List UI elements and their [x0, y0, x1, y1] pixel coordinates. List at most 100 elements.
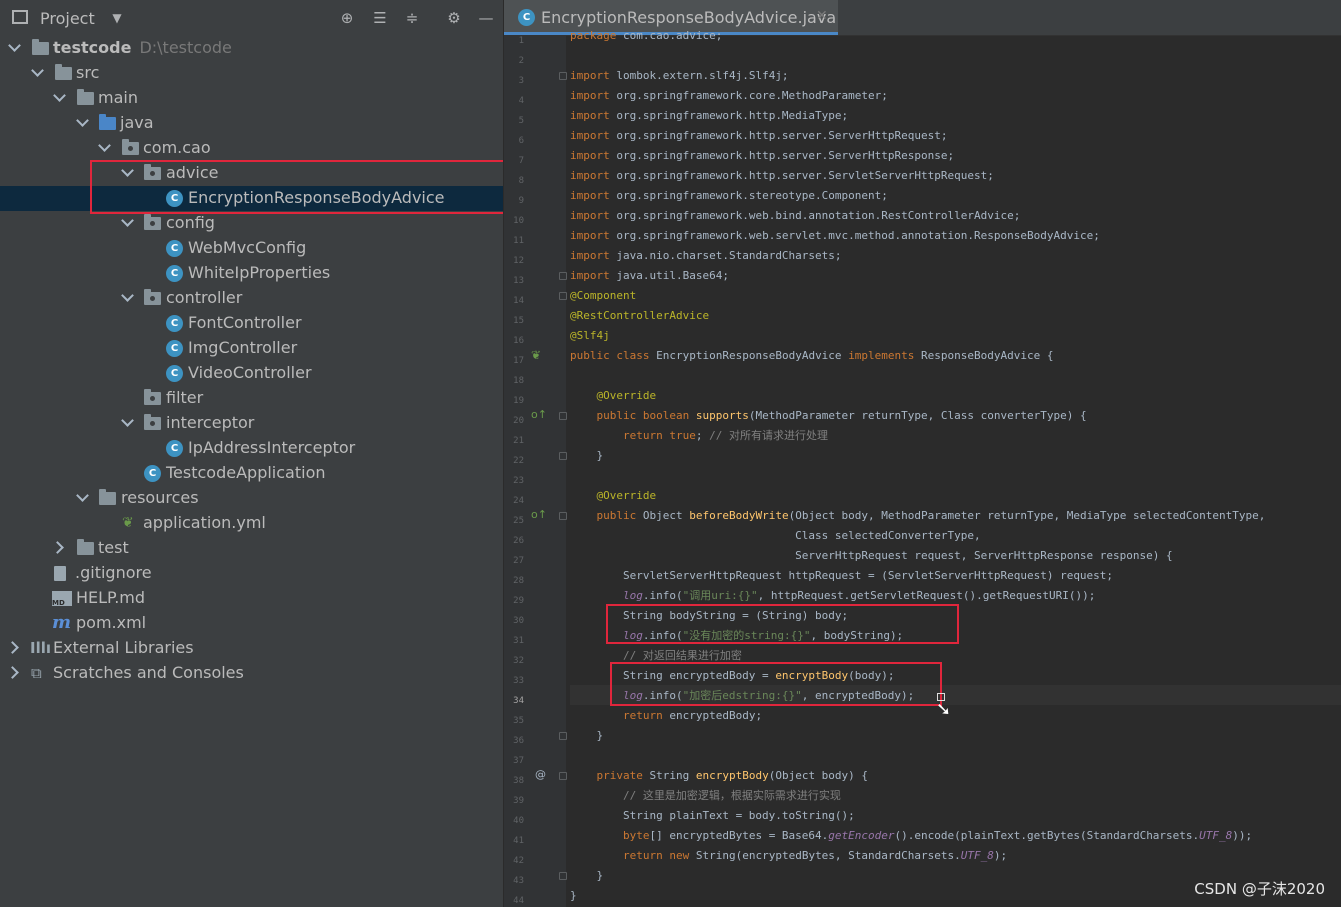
code-line[interactable]: public Object beforeBodyWrite(Object bod… [570, 506, 1266, 526]
locate-icon[interactable]: ⊕ [338, 9, 356, 27]
code-line[interactable]: import org.springframework.http.server.S… [570, 146, 954, 166]
tree-item-fontcontroller[interactable]: C FontController [0, 311, 503, 336]
code-line[interactable]: } [570, 886, 577, 906]
fold-marker-icon[interactable] [559, 412, 567, 420]
fold-marker-icon[interactable] [559, 872, 567, 880]
code-line[interactable]: } [570, 446, 603, 466]
chevron-down-icon[interactable] [8, 40, 22, 54]
chevron-down-icon[interactable] [98, 140, 112, 154]
tree-item-help-md[interactable]: MD HELP.md [0, 586, 503, 611]
chevron-right-icon[interactable] [53, 540, 67, 554]
code-line[interactable]: ServerHttpRequest request, ServerHttpRes… [570, 546, 1173, 566]
code-line[interactable]: @Component [570, 286, 636, 306]
highlight-box [90, 160, 503, 214]
fold-marker-icon[interactable] [559, 452, 567, 460]
tree-item-test[interactable]: test [0, 536, 503, 561]
code-line[interactable]: return encryptedBody; [570, 706, 762, 726]
code-line[interactable] [570, 746, 577, 766]
chevron-down-icon[interactable] [121, 215, 135, 229]
code-line[interactable]: return true; // 对所有请求进行处理 [570, 426, 828, 446]
code-line[interactable]: import lombok.extern.slf4j.Slf4j; [570, 66, 789, 86]
code-line[interactable]: } [570, 866, 603, 886]
tree-item-imgcontroller[interactable]: C ImgController [0, 336, 503, 361]
code-line[interactable]: import org.springframework.stereotype.Co… [570, 186, 888, 206]
tree-item-src[interactable]: src [0, 61, 503, 86]
chevron-right-icon[interactable] [8, 665, 22, 679]
fold-marker-icon[interactable] [559, 512, 567, 520]
tree-item-filter[interactable]: filter [0, 386, 503, 411]
tree-item-external-libraries[interactable]: Illı External Libraries [0, 636, 503, 661]
tree-item-resources[interactable]: resources [0, 486, 503, 511]
close-icon[interactable]: ✕ [816, 8, 828, 24]
tree-item-whiteipproperties[interactable]: C WhiteIpProperties [0, 261, 503, 286]
code-line[interactable]: import java.util.Base64; [570, 266, 729, 286]
code-line[interactable]: // 这里是加密逻辑，根据实际需求进行实现 [570, 786, 841, 806]
fold-marker-icon[interactable] [559, 732, 567, 740]
code-line[interactable] [570, 366, 577, 386]
fold-marker-icon[interactable] [559, 292, 567, 300]
chevron-down-icon[interactable] [121, 415, 135, 429]
spring-bean-icon[interactable]: ❦ [531, 348, 541, 362]
tree-item-application-yml[interactable]: ❦ application.yml [0, 511, 503, 536]
code-line[interactable]: @Override [570, 386, 657, 406]
tree-item-interceptor[interactable]: interceptor [0, 411, 503, 436]
code-line[interactable]: public class EncryptionResponseBodyAdvic… [570, 346, 1054, 366]
tree-item-ipaddressinterceptor[interactable]: C IpAddressInterceptor [0, 436, 503, 461]
code-line[interactable]: @RestControllerAdvice [570, 306, 709, 326]
code-line[interactable]: import org.springframework.http.server.S… [570, 166, 994, 186]
code-line[interactable]: @Override [570, 486, 657, 506]
code-line[interactable]: return new String(encryptedBytes, Standa… [570, 846, 1007, 866]
chevron-down-icon[interactable] [76, 115, 90, 129]
code-line[interactable]: private String encryptBody(Object body) … [570, 766, 869, 786]
fold-marker-icon[interactable] [559, 272, 567, 280]
implements-method-icon[interactable]: o↑ [531, 508, 547, 521]
tree-item-testcode[interactable]: testcode D:\testcode [0, 36, 503, 61]
code-line[interactable]: import org.springframework.web.servlet.m… [570, 226, 1100, 246]
tree-item-pom-xml[interactable]: m pom.xml [0, 611, 503, 636]
tree-item-webmvcconfig[interactable]: C WebMvcConfig [0, 236, 503, 261]
chevron-down-icon[interactable]: ▼ [108, 9, 126, 27]
tree-item-controller[interactable]: controller [0, 286, 503, 311]
code-line[interactable]: public boolean supports(MethodParameter … [570, 406, 1087, 426]
project-panel-title[interactable]: Project [40, 9, 95, 28]
code-line[interactable]: package com.cao.advice; [570, 26, 722, 46]
code-line[interactable]: ServletServerHttpRequest httpRequest = (… [570, 566, 1113, 586]
annotation-gutter-icon[interactable]: @ [535, 768, 546, 781]
hide-panel-icon[interactable]: — [477, 9, 495, 27]
tree-item-main[interactable]: main [0, 86, 503, 111]
expand-all-icon[interactable]: ☰ [371, 9, 389, 27]
gear-icon[interactable]: ⚙ [445, 9, 463, 27]
code-line[interactable]: import org.springframework.http.server.S… [570, 126, 948, 146]
code-line[interactable]: log.info("调用uri:{}", httpRequest.getServ… [570, 586, 1095, 606]
tree-item-testcodeapplication[interactable]: C TestcodeApplication [0, 461, 503, 486]
code-line[interactable]: import org.springframework.http.MediaTyp… [570, 106, 848, 126]
chevron-down-icon[interactable] [31, 65, 45, 79]
chevron-right-icon[interactable] [8, 640, 22, 654]
line-number: 44 [513, 896, 524, 906]
chevron-down-icon[interactable] [76, 490, 90, 504]
chevron-down-icon[interactable] [53, 90, 67, 104]
code-line[interactable]: String plainText = body.toString(); [570, 806, 855, 826]
tree-item-scratches[interactable]: ⧉ Scratches and Consoles [0, 661, 503, 686]
tree-item-config[interactable]: config [0, 211, 503, 236]
fold-marker-icon[interactable] [559, 772, 567, 780]
code-line[interactable]: @Slf4j [570, 326, 610, 346]
collapse-all-icon[interactable]: ≑ [403, 9, 421, 27]
tree-item-java[interactable]: java [0, 111, 503, 136]
code-line[interactable]: import org.springframework.web.bind.anno… [570, 206, 1020, 226]
code-line[interactable] [570, 466, 577, 486]
tree-item-gitignore[interactable]: .gitignore [0, 561, 503, 586]
code-line[interactable]: Class selectedConverterType, [570, 526, 980, 546]
code-line[interactable] [570, 46, 577, 66]
tree-item-videocontroller[interactable]: C VideoController [0, 361, 503, 386]
tree-item-com-cao[interactable]: com.cao [0, 136, 503, 161]
implements-method-icon[interactable]: o↑ [531, 408, 547, 421]
code-line[interactable]: import java.nio.charset.StandardCharsets… [570, 246, 842, 266]
line-number: 32 [513, 656, 524, 666]
chevron-down-icon[interactable] [121, 290, 135, 304]
code-area[interactable]: package com.cao.advice; import lombok.ex… [570, 29, 1341, 907]
code-line[interactable]: import org.springframework.core.MethodPa… [570, 86, 888, 106]
code-line[interactable]: byte[] encryptedBytes = Base64.getEncode… [570, 826, 1252, 846]
fold-marker-icon[interactable] [559, 72, 567, 80]
code-line[interactable]: } [570, 726, 603, 746]
